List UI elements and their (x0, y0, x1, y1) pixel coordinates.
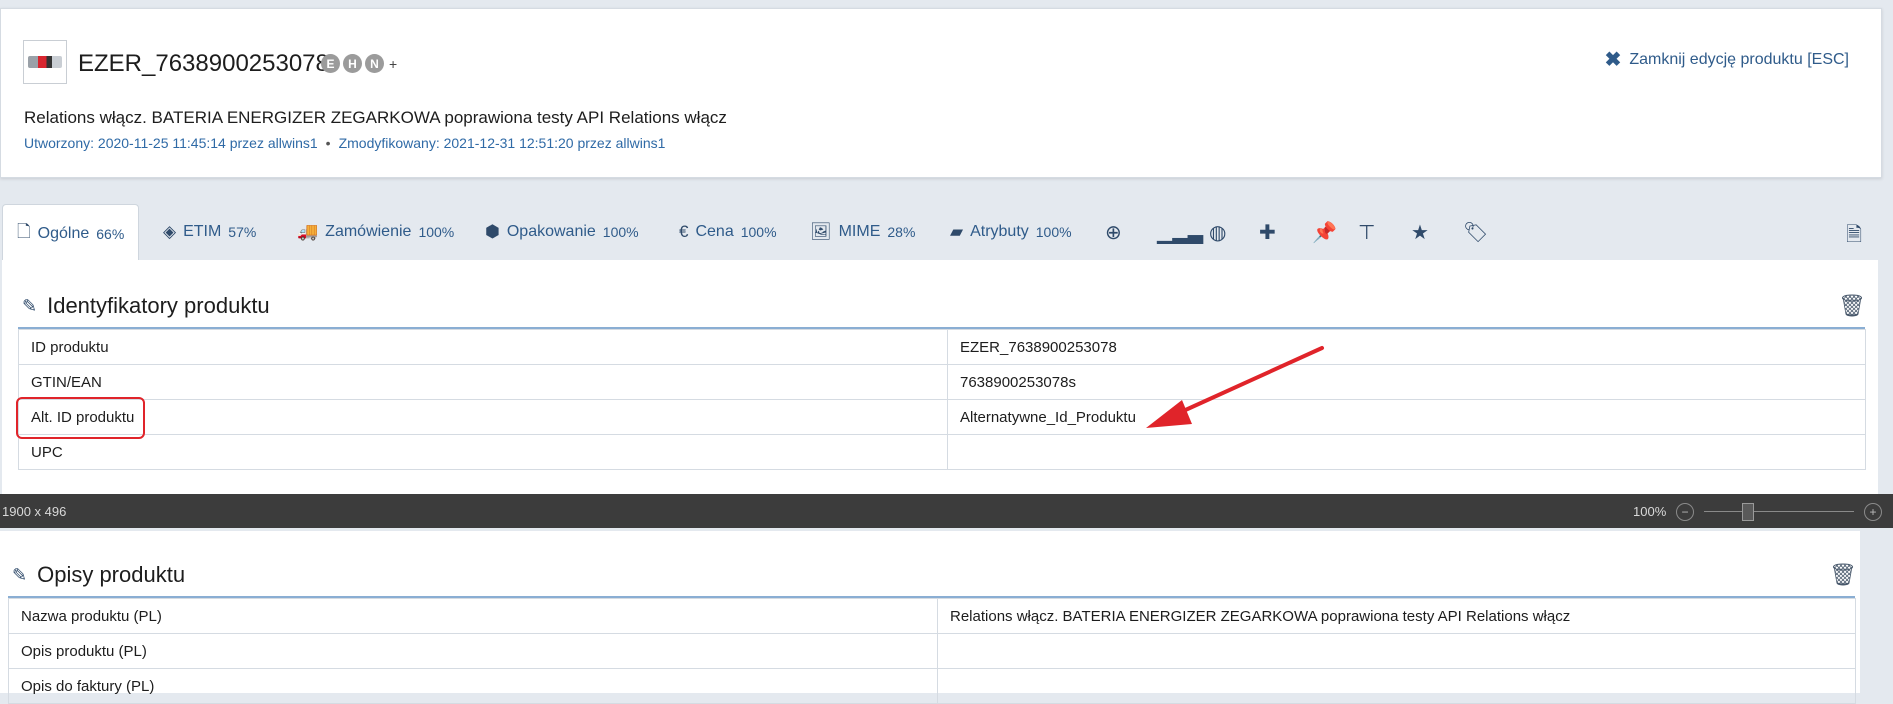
row-value[interactable]: Alternatywne_Id_Produktu (947, 399, 1866, 435)
product-tabs: 🗋 Ogólne 66% ◈ ETIM 57% 🚚 Zamówienie 100% ⬢… (0, 204, 1880, 262)
created-info: Utworzony: 2020-11-25 11:45:14 przez all… (24, 135, 318, 151)
tab-opakowanie[interactable]: ⬢ Opakowanie 100% (485, 204, 639, 260)
product-name: Relations włącz. BATERIA ENERGIZER ZEGAR… (24, 108, 727, 127)
identifiers-title: ✎ Identyfikatory produktu (22, 293, 270, 318)
table-row: Opis do faktury (PL) (8, 668, 1856, 704)
close-icon: ✖ (1604, 49, 1622, 71)
modified-info: Zmodyfikowany: 2021-12-31 12:51:20 przez… (338, 135, 666, 151)
tab-zamowienie[interactable]: 🚚 Zamówienie 100% (297, 204, 454, 260)
tab-cena[interactable]: € Cena 100% (679, 204, 777, 260)
row-label: Nazwa produktu (PL) (8, 598, 938, 634)
plus-circle-icon[interactable]: ⊕ (1105, 220, 1122, 245)
box-icon: ⬢ (485, 222, 500, 241)
row-label: GTIN/EAN (18, 364, 948, 400)
pencil-icon[interactable]: ✎ (12, 565, 27, 586)
zoom-slider-track[interactable] (1704, 511, 1854, 512)
viewer-status-bar: 1900 x 496 100% − + (0, 494, 1893, 528)
table-row: ID produktu EZER_7638900253078 (18, 329, 1866, 365)
star-icon[interactable]: ★ (1411, 220, 1429, 245)
tab-mime[interactable]: 🖼 MIME 28% (810, 204, 915, 260)
row-value[interactable] (937, 633, 1856, 669)
close-edit-button[interactable]: ✖ Zamknij edycję produktu [ESC] (1605, 47, 1849, 72)
truck-icon: 🚚 (297, 222, 319, 241)
add-badge-button[interactable]: + (389, 56, 397, 72)
tag-diamond-icon: ◈ (163, 222, 177, 241)
descriptions-title: ✎ Opisy produktu (12, 562, 186, 587)
row-value[interactable]: EZER_7638900253078 (947, 329, 1866, 365)
badge-n[interactable]: N (365, 54, 384, 73)
globe-icon[interactable]: ◍ (1209, 220, 1226, 245)
zoom-in-button[interactable]: + (1864, 503, 1882, 521)
badge-h[interactable]: H (343, 54, 362, 73)
zoom-slider-thumb[interactable] (1741, 503, 1754, 521)
note-icon: ▰ (950, 222, 964, 241)
euro-icon: € (679, 222, 689, 241)
table-row: Alt. ID produktu Alternatywne_Id_Produkt… (18, 399, 1866, 435)
annotation-arrow (1146, 346, 1324, 428)
row-value[interactable]: Relations włącz. BATERIA ENERGIZER ZEGAR… (937, 598, 1856, 634)
row-value[interactable]: 7638900253078s (947, 364, 1866, 400)
zoom-readout: 100% (1633, 504, 1667, 519)
pencil-icon[interactable]: ✎ (22, 296, 37, 317)
row-label: Opis do faktury (PL) (8, 668, 938, 704)
signal-icon[interactable]: ▁▂▃ (1157, 220, 1203, 245)
tag-icon[interactable]: 🏷 (1463, 220, 1488, 245)
sitemap-icon[interactable]: ⊤ (1358, 220, 1375, 245)
row-label: Opis produktu (PL) (8, 633, 938, 669)
row-label: ID produktu (18, 329, 948, 365)
document-list-icon[interactable]: 🗎 (1846, 220, 1862, 254)
product-code: EZER_7638900253078 (78, 50, 329, 77)
close-edit-label: Zamknij edycję produktu [ESC] (1629, 50, 1849, 68)
product-header-card: EZER_7638900253078 E H N + ✖ Zamknij edy… (0, 8, 1882, 178)
alt-id-highlight-box (16, 397, 145, 439)
pin-icon[interactable]: 📌 (1312, 220, 1337, 245)
tab-atrybuty[interactable]: ▰ Atrybuty 100% (950, 204, 1072, 260)
zoom-out-button[interactable]: − (1676, 503, 1694, 521)
row-label: UPC (18, 434, 948, 470)
identifiers-table: ID produktu EZER_7638900253078 GTIN/EAN … (18, 329, 1866, 470)
tab-ogolne[interactable]: 🗋 Ogólne 66% (2, 204, 140, 262)
tab-etim[interactable]: ◈ ETIM 57% (163, 204, 256, 260)
descriptions-table: Nazwa produktu (PL) Relations włącz. BAT… (8, 598, 1856, 704)
status-badges: E H N + (321, 54, 397, 73)
puzzle-icon[interactable]: ✚ (1259, 220, 1276, 245)
file-icon: 🗋 (17, 222, 31, 241)
product-thumbnail (23, 40, 67, 84)
table-row: Nazwa produktu (PL) Relations włącz. BAT… (8, 598, 1856, 634)
image-icon: 🖼 (810, 222, 832, 241)
table-row: Opis produktu (PL) (8, 633, 1856, 669)
table-row: UPC (18, 434, 1866, 470)
badge-e[interactable]: E (321, 54, 340, 73)
table-row: GTIN/EAN 7638900253078s (18, 364, 1866, 400)
row-value[interactable] (947, 434, 1866, 470)
image-size-readout: 1900 x 496 (2, 504, 67, 519)
trash-icon[interactable]: 🗑 (1838, 293, 1866, 319)
row-label: Alt. ID produktu (18, 399, 948, 435)
product-meta: Utworzony: 2020-11-25 11:45:14 przez all… (24, 135, 666, 151)
trash-icon[interactable]: 🗑 (1829, 562, 1857, 588)
row-value[interactable] (937, 668, 1856, 704)
